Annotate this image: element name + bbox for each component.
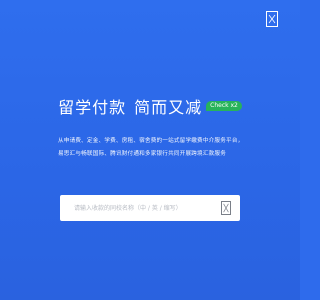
hero-title: 留学付款 简而又减 [58, 98, 202, 118]
menu-icon[interactable] [266, 11, 278, 27]
hero-title-part2: 简而又减 [134, 98, 203, 117]
menu-icon-glyph [268, 14, 276, 24]
page-background: 留学付款 简而又减 Check x2 从申请费、定金、学费、房租、宿舍费的一站式留… [0, 0, 300, 300]
hero-title-part1: 留学付款 [58, 98, 127, 117]
search-icon-glyph [223, 203, 229, 213]
hero-description: 从申请费、定金、学费、房租、宿舍费的一站式留学缴费中介服务平台，易思汇与畅联国际… [58, 138, 244, 157]
hero-title-row: 留学付款 简而又减 Check x2 [0, 98, 300, 118]
check-badge: Check x2 [206, 101, 242, 111]
search-box[interactable] [60, 195, 240, 221]
search-icon[interactable] [221, 201, 231, 215]
top-bar [0, 0, 300, 38]
search-input[interactable] [74, 195, 214, 221]
